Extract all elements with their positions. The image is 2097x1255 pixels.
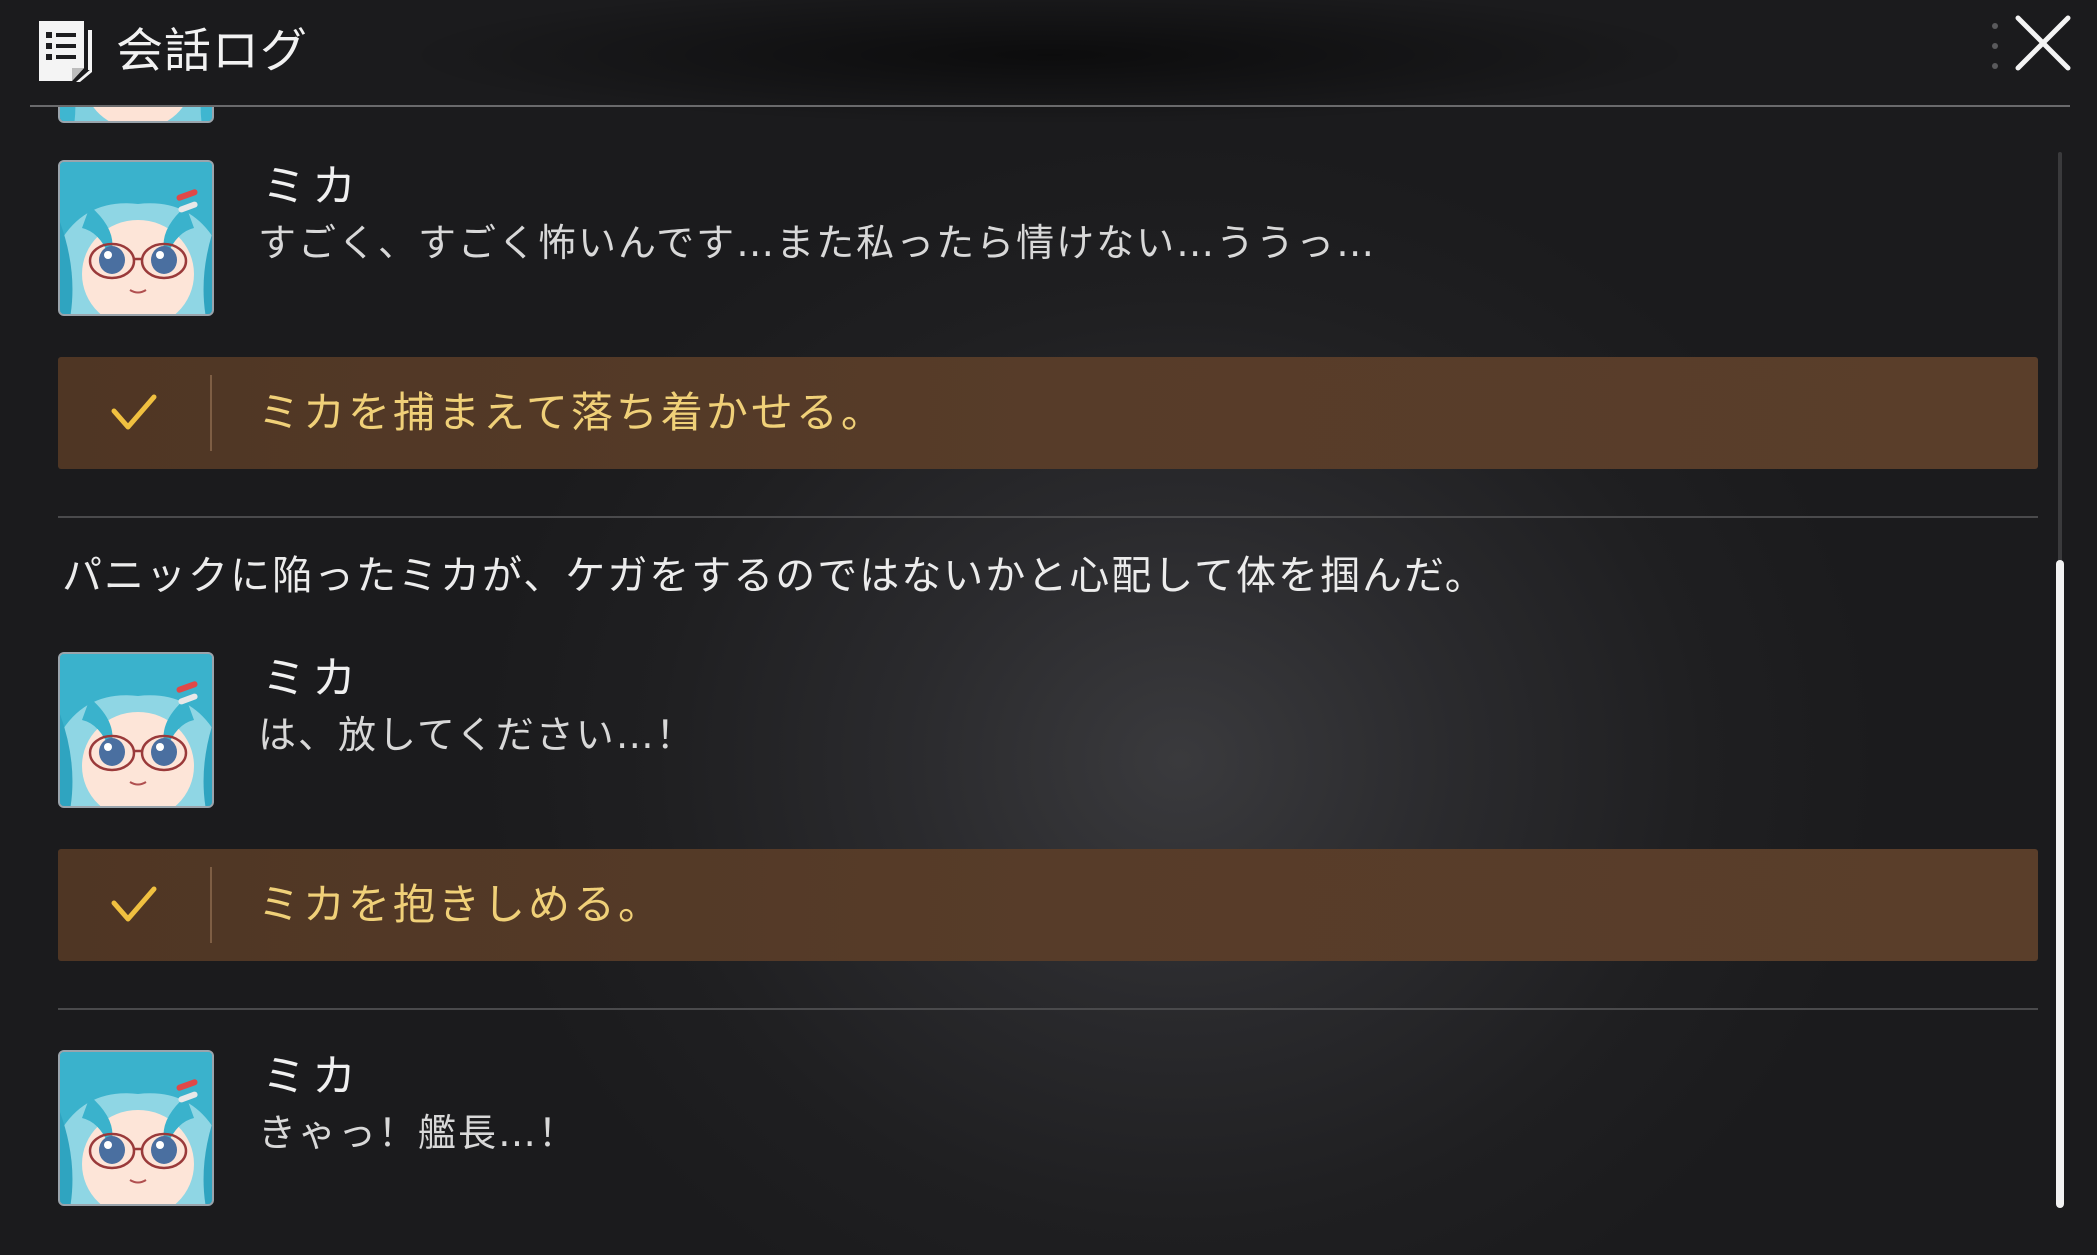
avatar-mika [58, 652, 214, 808]
check-icon [110, 883, 158, 927]
choice-text: ミカを捕まえて落ち着かせる。 [258, 388, 886, 437]
speaker-name: ミカ [262, 653, 362, 704]
choice-divider [210, 867, 212, 943]
dialogue-text: きゃっ！艦長…！ [258, 1111, 579, 1155]
speaker-name: ミカ [262, 161, 362, 212]
close-icon [2015, 15, 2071, 71]
log-list-icon [36, 18, 94, 84]
page-title: 会話ログ [116, 24, 308, 79]
avatar-mika [58, 107, 214, 123]
speaker-name: ミカ [262, 1051, 362, 1102]
dialogue-text: すごく、すごく怖いんです…また私ったら情けない…ううっ… [258, 221, 1377, 265]
dialogue-text: は、放してください…！ [258, 713, 696, 757]
avatar-mika [58, 160, 214, 316]
narration-text: パニックに陥ったミカが、ケガをするのではないかと心配して体を掴んだ。 [62, 553, 1487, 599]
scrollbar-thumb[interactable] [2056, 560, 2064, 1208]
drag-handle-icon [1991, 20, 1999, 72]
check-icon [110, 391, 158, 435]
avatar-mika [58, 1050, 214, 1206]
close-button[interactable] [2010, 10, 2076, 76]
selected-choice: ミカを抱きしめる。 [58, 849, 2038, 961]
entry-divider [58, 516, 2038, 518]
header: 会話ログ [0, 0, 2097, 106]
conversation-log-screen: 会話ログ ミカ すごく、すごく怖いんです…また私ったら情けない…ううっ… ミカを… [0, 0, 2097, 1255]
entry-divider [58, 1008, 2038, 1010]
choice-text: ミカを抱きしめる。 [258, 880, 664, 929]
log-list[interactable]: ミカ すごく、すごく怖いんです…また私ったら情けない…ううっ… ミカを捕まえて落… [0, 107, 2060, 1255]
selected-choice: ミカを捕まえて落ち着かせる。 [58, 357, 2038, 469]
choice-divider [210, 375, 212, 451]
